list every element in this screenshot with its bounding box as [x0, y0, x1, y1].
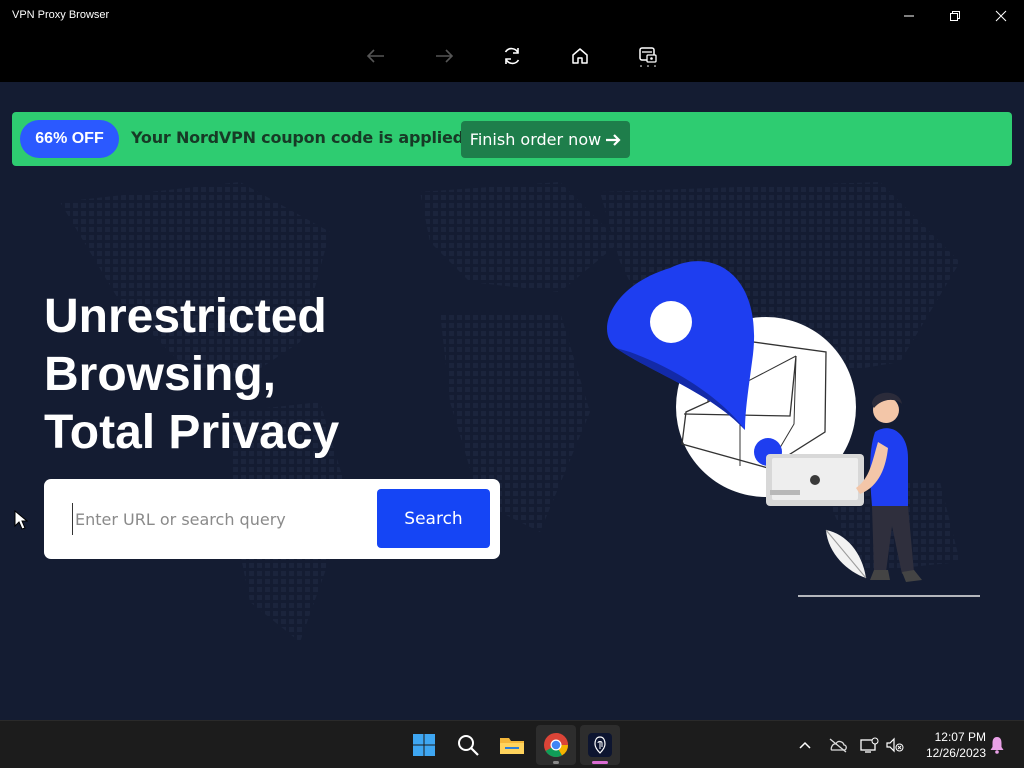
coupon-message: Your NordVPN coupon code is applied — [131, 128, 464, 147]
notifications-button[interactable] — [986, 735, 1008, 755]
window-title: VPN Proxy Browser — [12, 9, 110, 21]
home-button[interactable] — [565, 42, 595, 70]
start-button[interactable] — [404, 725, 444, 765]
search-button[interactable]: Search — [377, 489, 490, 548]
vpn-shield-icon — [639, 47, 657, 67]
restore-button[interactable] — [932, 0, 978, 32]
file-explorer-icon — [500, 738, 524, 754]
search-input[interactable] — [72, 503, 372, 535]
home-icon — [572, 48, 588, 64]
volume-button[interactable] — [884, 735, 906, 755]
network-button[interactable] — [858, 735, 880, 755]
refresh-icon — [504, 47, 520, 65]
vpn-proxy-browser-icon — [588, 733, 612, 757]
clock-time: 12:07 PM — [934, 730, 986, 744]
restore-icon — [950, 11, 960, 21]
chevron-up-icon — [799, 741, 811, 749]
discount-badge: 66% OFF — [20, 120, 119, 158]
laptop-shape — [766, 454, 864, 506]
close-icon — [995, 10, 1007, 22]
chrome-icon — [544, 733, 568, 758]
browser-toolbar — [0, 32, 1024, 82]
onedrive-offline-icon — [829, 738, 847, 753]
title-bar: VPN Proxy Browser — [0, 0, 1024, 32]
hero-line-1: Unrestricted — [44, 290, 327, 343]
vpn-proxy-browser-button[interactable] — [580, 725, 620, 765]
minimize-button[interactable] — [886, 0, 932, 32]
search-card: Search — [44, 479, 500, 559]
person-figure — [856, 392, 922, 582]
taskbar: 12:07 PM 12/26/2023 — [0, 720, 1024, 768]
active-app-indicator — [592, 761, 608, 764]
vpn-button[interactable] — [633, 42, 663, 70]
hero-line-2: Browsing, — [44, 348, 277, 401]
mouse-cursor-icon — [14, 510, 28, 530]
volume-muted-icon — [886, 737, 904, 753]
forward-arrow-icon — [436, 49, 454, 63]
arrow-right-icon — [606, 133, 621, 146]
privacy-illustration — [607, 261, 980, 597]
taskbar-search-button[interactable] — [448, 725, 488, 765]
refresh-button[interactable] — [497, 42, 527, 70]
back-arrow-icon — [366, 49, 384, 63]
chrome-button[interactable] — [536, 725, 576, 765]
show-hidden-icons-button[interactable] — [794, 735, 816, 755]
onedrive-button[interactable] — [827, 735, 849, 755]
notification-bell-icon — [990, 737, 1004, 754]
minimize-icon — [904, 15, 914, 17]
clock-date: 12/26/2023 — [925, 746, 986, 760]
system-clock[interactable]: 12:07 PM 12/26/2023 — [912, 729, 986, 761]
chrome-running-indicator — [553, 761, 559, 764]
hero-headline: Unrestricted Browsing, Total Privacy — [44, 288, 339, 462]
file-explorer-button[interactable] — [492, 725, 532, 765]
forward-button[interactable] — [429, 42, 459, 70]
windows-start-icon — [413, 734, 435, 756]
close-button[interactable] — [978, 0, 1024, 32]
back-button[interactable] — [361, 42, 391, 70]
leaf-plant — [825, 529, 867, 579]
search-icon — [458, 735, 479, 756]
network-icon — [860, 737, 879, 753]
main-content: 66% OFF Your NordVPN coupon code is appl… — [0, 82, 1024, 720]
finish-order-button[interactable]: Finish order now — [461, 121, 630, 158]
promo-banner: 66% OFF Your NordVPN coupon code is appl… — [12, 112, 1012, 166]
hero-line-3: Total Privacy — [44, 406, 340, 459]
finish-order-label: Finish order now — [469, 130, 602, 149]
